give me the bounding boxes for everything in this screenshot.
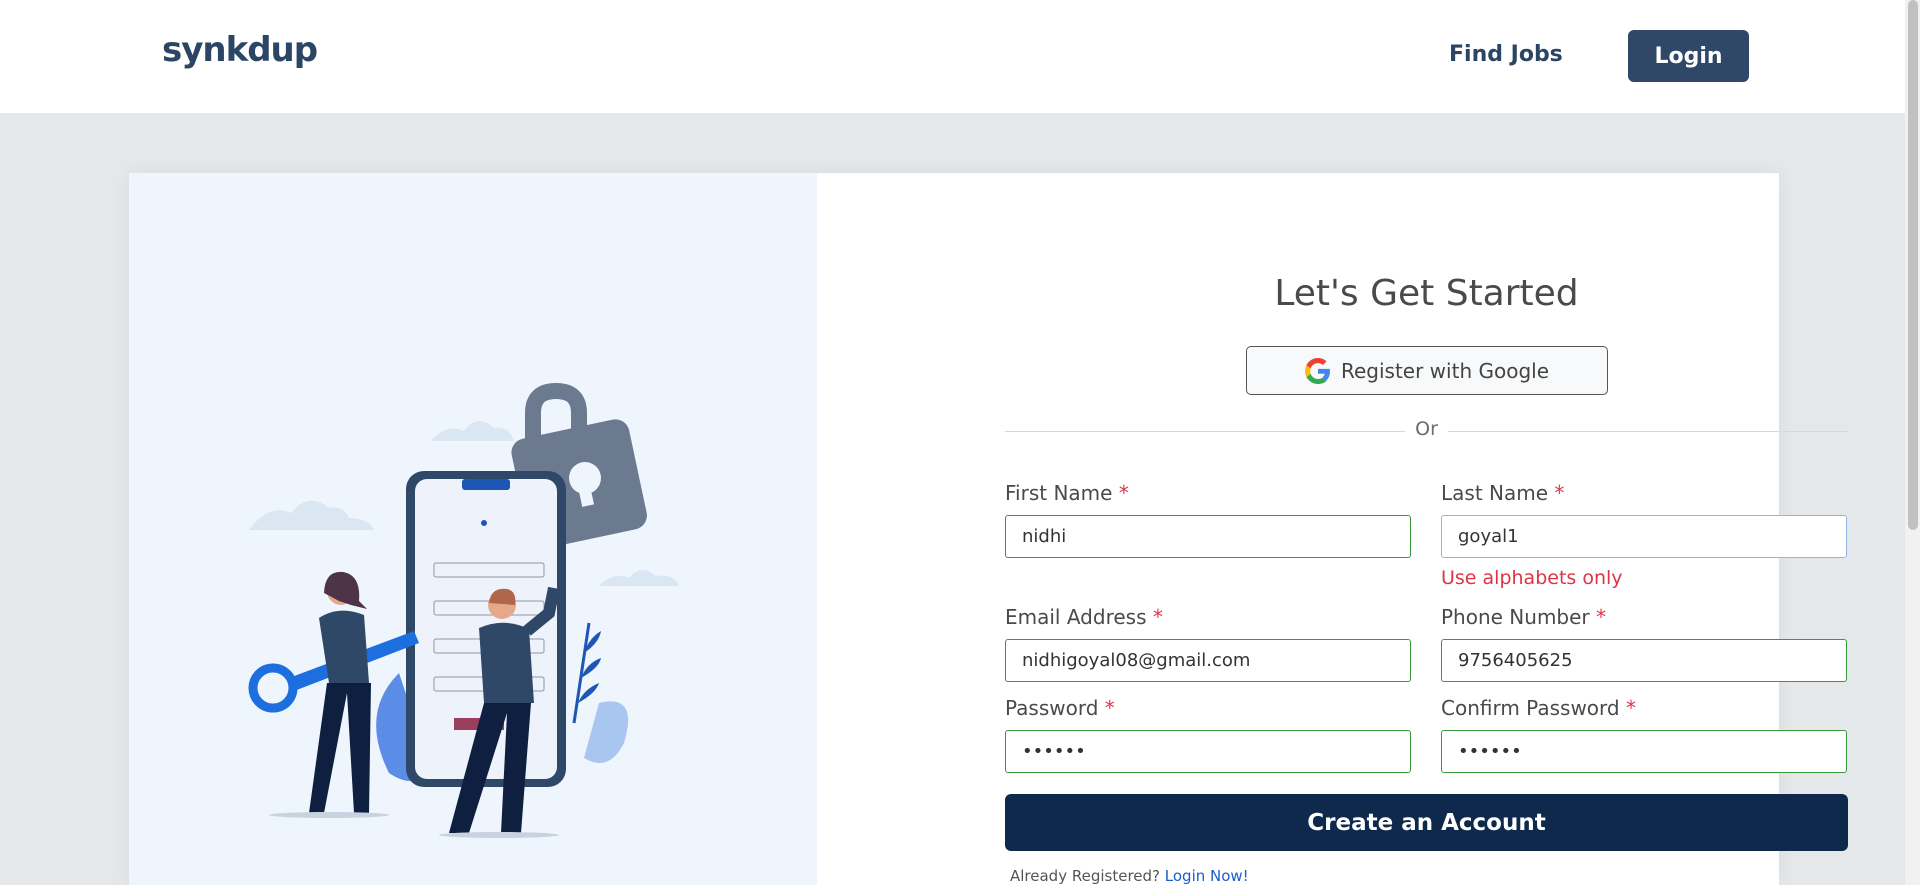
signup-card: Let's Get Started Register with Google O… [129, 173, 1848, 885]
required-marker: * [1104, 696, 1115, 720]
create-account-button[interactable]: Create an Account [1005, 794, 1848, 851]
required-marker: * [1554, 481, 1565, 505]
required-marker: * [1596, 605, 1607, 629]
login-button[interactable]: Login [1628, 30, 1749, 82]
last-name-label: Last Name * [1441, 481, 1565, 505]
register-with-google-label: Register with Google [1340, 358, 1550, 383]
required-marker: * [1152, 605, 1163, 629]
google-icon [1304, 357, 1330, 384]
password-label: Password * [1005, 696, 1115, 720]
page-title: Let's Get Started [1274, 273, 1579, 314]
phone-label: Phone Number * [1441, 605, 1607, 629]
required-marker: * [1625, 696, 1636, 720]
first-name-label: First Name * [1005, 481, 1129, 505]
or-separator: Or [1405, 418, 1448, 440]
already-registered-text: Already Registered? Login Now! [1010, 867, 1249, 885]
password-input[interactable]: •••••• [1005, 730, 1411, 773]
confirm-password-input[interactable]: •••••• [1441, 730, 1847, 773]
email-label: Email Address * [1005, 605, 1163, 629]
first-name-input[interactable]: nidhi [1005, 515, 1411, 558]
register-with-google-button[interactable]: Register with Google [1246, 346, 1608, 395]
find-jobs-link[interactable]: Find Jobs [1449, 42, 1563, 67]
login-now-link[interactable]: Login Now! [1165, 867, 1249, 885]
phone-input[interactable]: 9756405625 [1441, 639, 1847, 682]
email-input[interactable]: nidhigoyal08@gmail.com [1005, 639, 1411, 682]
security-illustration [248, 382, 679, 838]
last-name-input[interactable]: goyal1 [1441, 515, 1847, 558]
confirm-password-label: Confirm Password * [1441, 696, 1636, 720]
last-name-error: Use alphabets only [1441, 567, 1623, 589]
illustration-panel [129, 173, 817, 885]
scrollbar-thumb[interactable] [1908, 0, 1918, 530]
top-navbar: synkdup Find Jobs Login [0, 0, 1920, 113]
required-marker: * [1118, 481, 1129, 505]
synkdup-logo[interactable]: synkdup [162, 30, 318, 70]
